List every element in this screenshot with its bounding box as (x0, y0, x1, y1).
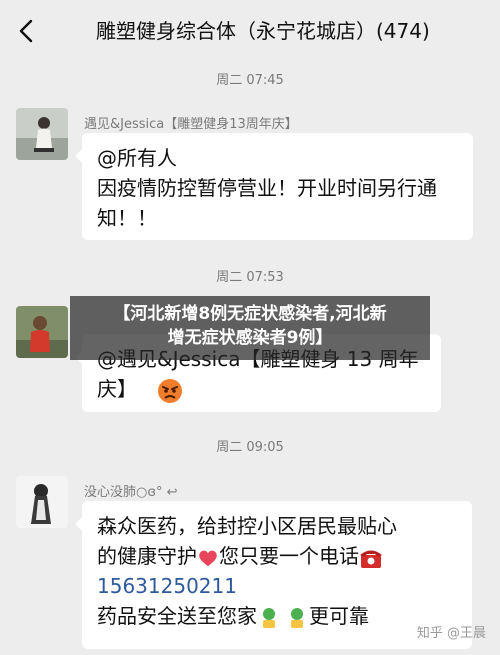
message-text: 您只要一个电话 (219, 544, 359, 568)
thumbs-up-emoji (291, 607, 303, 628)
angry-face-emoji (158, 378, 183, 403)
back-arrow-icon[interactable] (14, 18, 40, 44)
telephone-emoji (360, 550, 382, 568)
message-text: 药品安全送至您家 (97, 604, 257, 628)
avatar[interactable] (16, 108, 68, 160)
avatar[interactable] (16, 476, 68, 528)
watermark: 知乎 @王晨 (416, 626, 486, 641)
chat-title: 雕塑健身综合体（永宁花城店）(474) (96, 19, 430, 43)
thumbs-up-emoji (263, 607, 275, 628)
sender-name: 遇见&Jessica【雕塑健身13周年庆】 (84, 117, 298, 132)
message-bubble[interactable]: 森众医药，给封控小区居民最贴心 的健康守护 您只要一个电话 15631250211… (75, 501, 472, 649)
phone-number-link[interactable]: 15631250211 (97, 571, 458, 601)
timestamp: 周二 09:05 (216, 440, 284, 455)
overlay-line: 增无症状感染者9例】 (167, 328, 333, 348)
message-text: @所有人 (97, 146, 177, 170)
news-title-overlay: 【河北新增8例无症状感染者,河北新 增无症状感染者9例】 (70, 296, 430, 360)
avatar-image (16, 476, 68, 528)
heart-emoji (199, 550, 217, 566)
sender-name: 没心没肺○ɞ° ↩ (84, 485, 178, 500)
message-text: 森众医药，给封控小区居民最贴心 (97, 514, 397, 538)
message-text: 知！！ (97, 206, 157, 230)
timestamp: 周二 07:45 (216, 73, 284, 88)
avatar-image (16, 108, 68, 160)
overlay-line: 【河北新增8例无症状感染者,河北新 (113, 304, 387, 324)
avatar-image (16, 306, 68, 358)
message-text: 的健康守护 (97, 544, 197, 568)
message-text: 因疫情防控暂停营业！开业时间另行通 (97, 176, 437, 200)
timestamp: 周二 07:53 (216, 270, 284, 285)
chat-header: 雕塑健身综合体（永宁花城店）(474) (0, 0, 500, 62)
message-text: 更可靠 (309, 604, 369, 628)
avatar[interactable] (16, 306, 68, 358)
message-bubble[interactable]: @所有人 因疫情防控暂停营业！开业时间另行通 知！！ (75, 133, 473, 240)
message-text: 庆】 (97, 377, 137, 401)
